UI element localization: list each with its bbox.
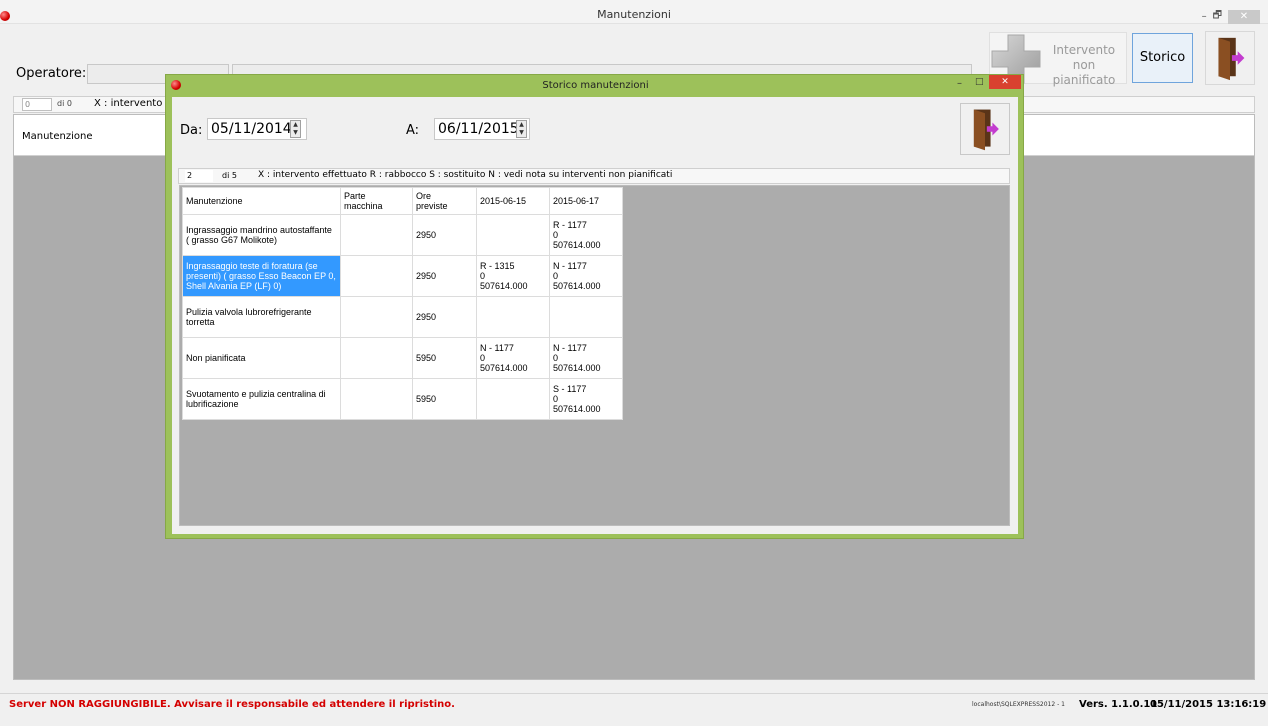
page-count: di 5 — [222, 171, 237, 180]
cell-date[interactable]: S - 1177 0 507614.000 — [549, 378, 623, 420]
column-header[interactable]: Ore previste — [412, 187, 477, 215]
cell-parte[interactable] — [340, 378, 413, 420]
column-header[interactable]: Parte macchina — [340, 187, 413, 215]
spin-arrows-icon[interactable]: ▲ ▼ — [290, 120, 301, 138]
cell-ore[interactable]: 5950 — [412, 378, 477, 420]
cell-parte[interactable] — [340, 255, 413, 297]
column-header[interactable]: 2015-06-15 — [476, 187, 550, 215]
cell-manutenzione[interactable]: Ingrassaggio mandrino autostaffante ( gr… — [182, 214, 341, 256]
a-label: A: — [406, 123, 420, 138]
cell-manutenzione-selected[interactable]: Ingrassaggio teste di foratura (se prese… — [182, 255, 341, 297]
cell-date[interactable]: R - 1315 0 507614.000 — [476, 255, 550, 297]
status-error-message: Server NON RAGGIUNGIBILE. Avvisare il re… — [9, 699, 455, 710]
table-row[interactable]: Non pianificata 5950 N - 1177 0 507614.0… — [182, 337, 623, 379]
dialog-title: Storico manutenzioni — [542, 80, 649, 91]
cell-manutenzione[interactable]: Svuotamento e pulizia centralina di lubr… — [182, 378, 341, 420]
cell-parte[interactable] — [340, 296, 413, 338]
dialog-minimize-button[interactable]: – — [957, 78, 962, 89]
cell-date[interactable] — [549, 296, 623, 338]
legend-text: X : intervento effettuato R : rabbocco S… — [258, 170, 673, 180]
close-button[interactable]: ✕ — [1228, 9, 1260, 24]
dialog-maximize-button[interactable]: □ — [975, 77, 984, 87]
status-server: localhost\SQLEXPRESS2012 - 1 — [972, 701, 1065, 708]
cell-date[interactable] — [476, 378, 550, 420]
cell-date[interactable]: N - 1177 0 507614.000 — [476, 337, 550, 379]
minimize-button[interactable]: – — [1202, 11, 1207, 22]
storico-table: Manutenzione Parte macchina Ore previste… — [182, 187, 623, 420]
storico-dialog: Storico manutenzioni – □ ✕ Da: 05/11/201… — [165, 74, 1024, 539]
table-row[interactable]: Ingrassaggio teste di foratura (se prese… — [182, 255, 623, 297]
da-label: Da: — [180, 123, 203, 138]
cell-date[interactable]: R - 1177 0 507614.000 — [549, 214, 623, 256]
cell-manutenzione[interactable]: Pulizia valvola lubrorefrigerante torret… — [182, 296, 341, 338]
exit-button[interactable] — [1205, 31, 1255, 85]
dialog-body: Da: 05/11/2014 ▲ ▼ A: 06/11/2015 ▲ ▼ 2 di … — [172, 97, 1018, 534]
cell-date[interactable]: N - 1177 0 507614.000 — [549, 337, 623, 379]
table-header-row: Manutenzione Parte macchina Ore previste… — [182, 187, 623, 215]
red-ball-icon — [0, 11, 10, 21]
intervento-label: Intervento non pianificato — [1052, 43, 1116, 87]
dialog-close-button[interactable]: ✕ — [989, 75, 1021, 89]
page-count: di 0 — [57, 99, 72, 108]
column-header[interactable]: 2015-06-17 — [549, 187, 623, 215]
table-row[interactable]: Svuotamento e pulizia centralina di lubr… — [182, 378, 623, 420]
operator-label: Operatore: — [16, 66, 87, 81]
cell-ore[interactable]: 2950 — [412, 214, 477, 256]
dialog-navigator: 2 di 5 X : intervento effettuato R : rab… — [178, 168, 1010, 184]
restore-button[interactable]: 🗗 — [1213, 8, 1222, 25]
cell-ore[interactable]: 2950 — [412, 255, 477, 297]
main-window-controls: – 🗗 ✕ — [1202, 8, 1260, 25]
storico-grid[interactable]: Manutenzione Parte macchina Ore previste… — [179, 185, 1010, 526]
status-bar: Server NON RAGGIUNGIBILE. Avvisare il re… — [0, 693, 1268, 714]
status-datetime: 05/11/2015 13:16:19 — [1150, 699, 1267, 710]
cell-date[interactable] — [476, 214, 550, 256]
column-header-manutenzione[interactable]: Manutenzione — [22, 131, 92, 142]
dialog-exit-button[interactable] — [960, 103, 1010, 155]
cell-ore[interactable]: 5950 — [412, 337, 477, 379]
cell-manutenzione[interactable]: Non pianificata — [182, 337, 341, 379]
cell-parte[interactable] — [340, 214, 413, 256]
cell-date[interactable] — [476, 296, 550, 338]
column-header[interactable]: Manutenzione — [182, 187, 341, 215]
spin-arrows-icon[interactable]: ▲ ▼ — [516, 120, 527, 138]
exit-door-icon — [973, 109, 999, 151]
cell-ore[interactable]: 2950 — [412, 296, 477, 338]
table-row[interactable]: Ingrassaggio mandrino autostaffante ( gr… — [182, 214, 623, 256]
storico-button[interactable]: Storico — [1132, 33, 1193, 83]
status-version: Vers. 1.1.0.11 — [1079, 699, 1158, 710]
table-row[interactable]: Pulizia valvola lubrorefrigerante torret… — [182, 296, 623, 338]
cell-date[interactable]: N - 1177 0 507614.000 — [549, 255, 623, 297]
exit-door-icon — [1218, 37, 1245, 81]
main-window-title: Manutenzioni — [597, 8, 671, 21]
cell-parte[interactable] — [340, 337, 413, 379]
page-input[interactable]: 2 — [185, 170, 213, 182]
page-input[interactable]: 0 — [22, 98, 52, 111]
